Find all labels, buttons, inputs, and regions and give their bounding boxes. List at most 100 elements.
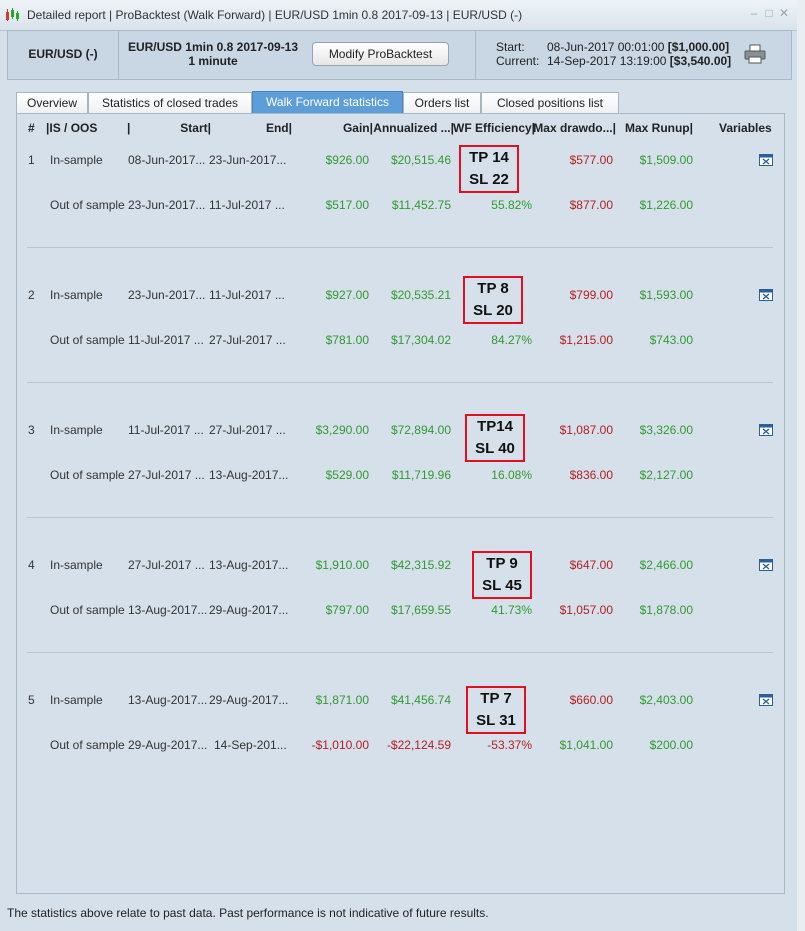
is-start: 27-Jul-2017 ... [128,558,205,572]
take-profit-value: TP 8 [477,280,509,297]
oos-label: Out of sample [50,468,125,482]
oos-max-drawdown: $1,215.00 [559,333,613,347]
row-divider [27,382,773,383]
oos-label: Out of sample [50,603,125,617]
oos-wf-efficiency: 84.27% [491,333,532,347]
modify-probacktest-button[interactable]: Modify ProBacktest [312,42,449,66]
is-label: In-sample [50,693,103,707]
walk-forward-table: # |IS / OOS | Start| End| Gain| Annualiz… [16,113,785,894]
is-gain: $1,871.00 [315,693,369,707]
start-amount: [$1,000.00] [667,40,730,54]
maximize-icon[interactable]: □ [763,7,775,19]
is-max-drawdown: $577.00 [569,153,613,167]
oos-max-drawdown: $1,041.00 [559,738,613,752]
variables-icon[interactable] [759,289,773,301]
is-max-drawdown: $799.00 [569,288,613,302]
current-amount: [$3,540.00] [669,54,732,68]
is-gain: $927.00 [325,288,369,302]
oos-max-drawdown: $836.00 [569,468,613,482]
is-max-runup: $3,326.00 [639,423,693,437]
symbol-info: EUR/USD 1min 0.8 2017-09-13 1 minute [118,40,308,68]
is-start: 11-Jul-2017 ... [128,423,204,437]
candlestick-icon [6,8,19,21]
oos-max-runup: $743.00 [649,333,693,347]
title-bar[interactable]: Detailed report | ProBacktest (Walk Forw… [0,0,797,31]
oos-start: 29-Aug-2017... [128,738,208,752]
printer-icon[interactable] [743,43,767,65]
variables-icon[interactable] [759,154,773,166]
oos-max-runup: $1,878.00 [639,603,693,617]
col-header-annualized[interactable]: Annualized ...| [372,121,454,135]
oos-start: 27-Jul-2017 ... [128,468,205,482]
take-profit-value: TP 7 [480,690,512,707]
tab-walk-forward-statistics[interactable]: Walk Forward statistics [252,91,403,113]
col-header-end[interactable]: End| [252,121,292,135]
variables-icon[interactable] [759,559,773,571]
oos-label: Out of sample [50,333,125,347]
oos-end: 29-Aug-2017... [209,603,289,617]
row-number: 2 [28,288,35,302]
is-start: 13-Aug-2017... [128,693,208,707]
tab-overview[interactable]: Overview [16,92,88,113]
pair-label: EUR/USD (-) [28,47,98,61]
col-header-num[interactable]: # [28,121,35,135]
oos-wf-efficiency: 41.73% [491,603,532,617]
pair-section: EUR/USD (-) [8,31,119,79]
close-icon[interactable]: ✕ [778,7,790,19]
is-annualized: $41,456.74 [390,693,451,707]
col-header-max-runup[interactable]: Max Runup| [617,121,693,135]
tab-closed-positions-list[interactable]: Closed positions list [481,92,619,113]
col-header-is-oos[interactable]: |IS / OOS [46,121,97,135]
stop-loss-value: SL 22 [469,171,509,188]
col-header-gain[interactable]: Gain| [317,121,373,135]
stop-loss-value: SL 20 [473,302,513,319]
tp-sl-highlight: TP 9 SL 45 [472,551,532,599]
is-label: In-sample [50,423,103,437]
take-profit-value: TP 9 [486,555,518,572]
oos-max-drawdown: $1,057.00 [559,603,613,617]
oos-wf-efficiency: 55.82% [491,198,532,212]
row-number: 1 [28,153,35,167]
is-max-drawdown: $647.00 [569,558,613,572]
tab-statistics-closed-trades[interactable]: Statistics of closed trades [88,92,252,113]
oos-label: Out of sample [50,738,125,752]
tp-sl-highlight: TP 7 SL 31 [466,686,526,734]
oos-annualized: $17,659.55 [390,603,451,617]
start-value: 08-Jun-2017 00:01:00 [547,40,665,54]
col-header-max-drawdown[interactable]: Max drawdo...| [532,121,616,135]
col-header-separator: | [127,121,131,135]
current-value: 14-Sep-2017 13:19:00 [547,54,667,68]
oos-end: 14-Sep-201... [214,738,287,752]
is-end: 29-Aug-2017... [209,693,289,707]
variables-icon[interactable] [759,694,773,706]
is-end: 11-Jul-2017 ... [209,288,285,302]
oos-annualized: $17,304.02 [390,333,451,347]
is-label: In-sample [50,288,103,302]
tp-sl-highlight: TP 14 SL 22 [459,145,519,193]
oos-wf-efficiency: 16.08% [491,468,532,482]
is-end: 23-Jun-2017... [209,153,287,167]
col-header-variables[interactable]: Variables [719,121,772,135]
row-divider [27,652,773,653]
oos-gain: -$1,010.00 [311,738,369,752]
stop-loss-value: SL 45 [482,577,522,594]
variables-icon[interactable] [759,424,773,436]
is-annualized: $20,535.21 [390,288,451,302]
symbol-name: EUR/USD 1min 0.8 2017-09-13 [127,40,299,54]
minimize-icon[interactable]: – [748,7,760,19]
oos-gain: $797.00 [325,603,369,617]
disclaimer-footer: The statistics above relate to past data… [7,906,489,920]
is-end: 13-Aug-2017... [209,558,289,572]
col-header-wf-efficiency[interactable]: WF Efficiency| [453,121,535,135]
tab-orders-list[interactable]: Orders list [403,92,481,113]
row-divider [27,517,773,518]
col-header-start[interactable]: Start| [167,121,211,135]
is-label: In-sample [50,558,103,572]
row-number: 3 [28,423,35,437]
oos-start: 23-Jun-2017... [128,198,206,212]
tp-sl-highlight: TP14 SL 40 [465,414,525,462]
row-number: 4 [28,558,35,572]
backtest-range: Start: 08-Jun-2017 00:01:00 [$1,000.00] C… [496,40,731,68]
oos-max-runup: $2,127.00 [639,468,693,482]
oos-end: 11-Jul-2017 ... [209,198,285,212]
